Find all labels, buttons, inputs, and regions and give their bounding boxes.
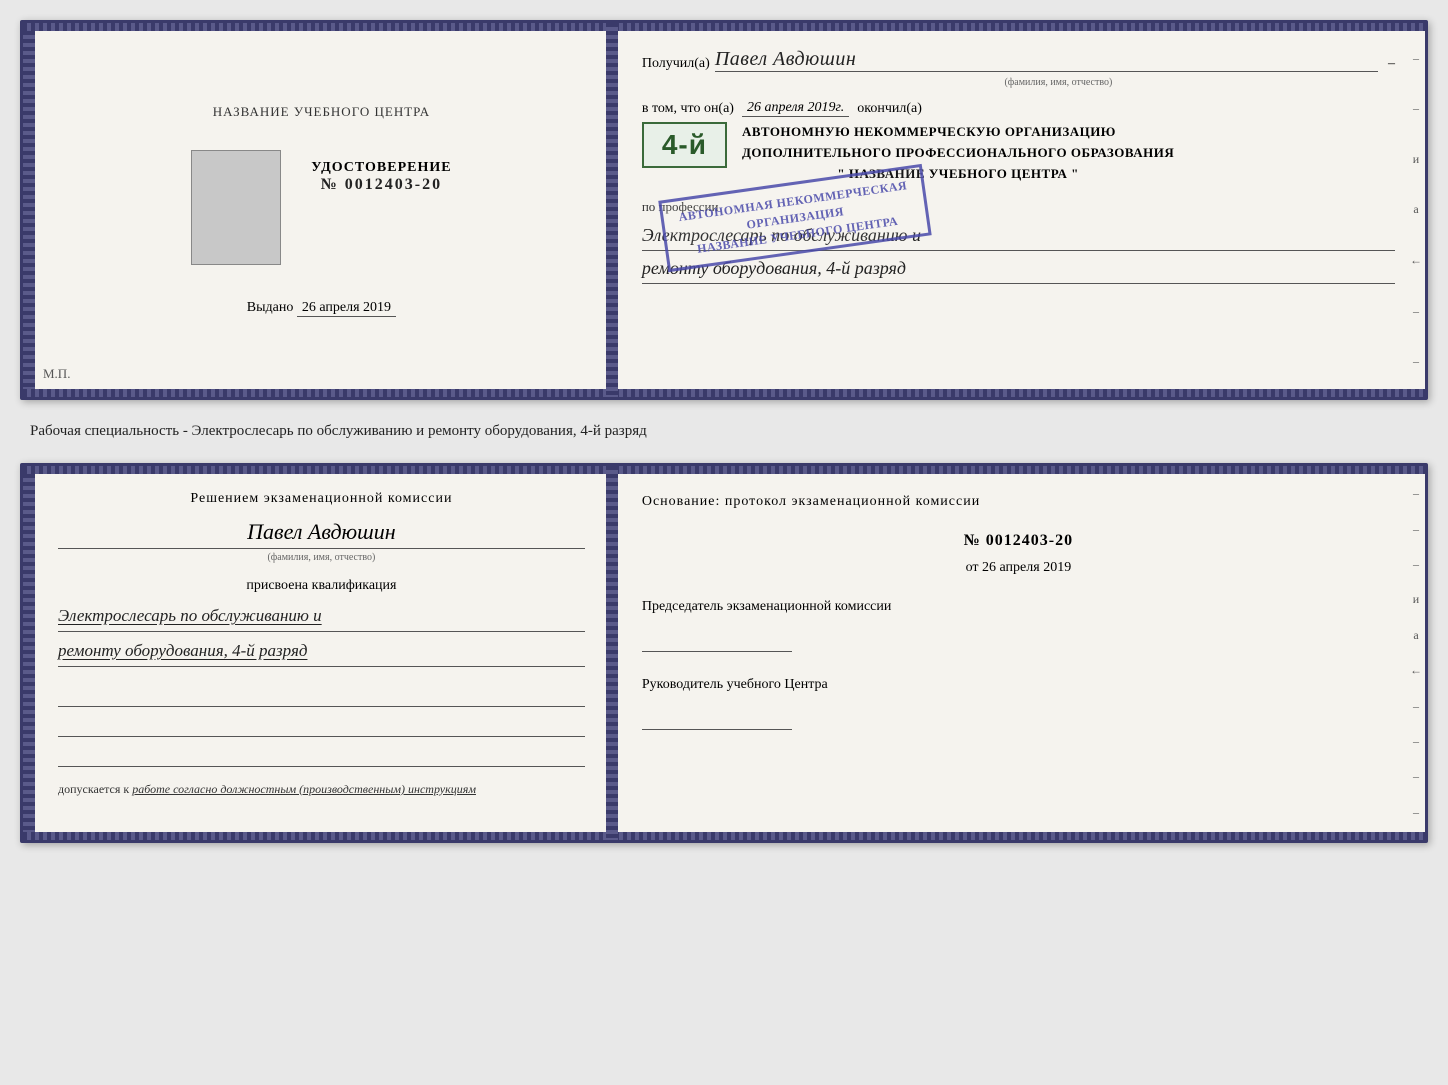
photo-cert-row: УДОСТОВЕРЕНИЕ № 0012403-20: [191, 150, 451, 275]
received-name: Павел Авдюшин: [715, 48, 1378, 72]
bottom-document: Решением экзаменационной комиссии Павел …: [20, 463, 1428, 843]
cert-text-area: УДОСТОВЕРЕНИЕ № 0012403-20: [311, 150, 451, 275]
bottom-doc-right: Основание: протокол экзаменационной коми…: [612, 466, 1425, 840]
received-line: Получил(а) Павел Авдюшин –: [642, 48, 1395, 72]
allowed-work: допускается к работе согласно должностны…: [58, 782, 585, 797]
speciality-label: Рабочая специальность - Электрослесарь п…: [20, 418, 1428, 445]
page-container: НАЗВАНИЕ УЧЕБНОГО ЦЕНТРА УДОСТОВЕРЕНИЕ №…: [20, 20, 1428, 843]
basis-title: Основание: протокол экзаменационной коми…: [642, 491, 1395, 512]
protocol-date: от 26 апреля 2019: [642, 560, 1395, 576]
blank-line-1: [58, 682, 585, 707]
blank-line-3: [58, 742, 585, 767]
cert-number: № 0012403-20: [321, 176, 442, 193]
issued-date: 26 апреля 2019: [297, 300, 396, 317]
org-info: АВТОНОМНУЮ НЕКОММЕРЧЕСКУЮ ОРГАНИЗАЦИЮ ДО…: [742, 122, 1174, 184]
chairman-section: Председатель экзаменационной комиссии: [642, 596, 1395, 659]
grade-stamp-area: 4-й АВТОНОМНУЮ НЕКОММЕРЧЕСКУЮ ОРГАНИЗАЦИ…: [642, 122, 1395, 184]
right-dashes-bottom: – – – и а ← – – – –: [1407, 466, 1425, 840]
blank-line-2: [58, 712, 585, 737]
chairman-signature: [642, 632, 792, 652]
protocol-number: № 0012403-20: [642, 532, 1395, 550]
cert-number-section: УДОСТОВЕРЕНИЕ № 0012403-20: [311, 160, 451, 194]
qualification-line2: ремонту оборудования, 4-й разряд: [58, 637, 585, 667]
commission-decision: Решением экзаменационной комиссии: [58, 491, 585, 507]
bottom-doc-left: Решением экзаменационной комиссии Павел …: [23, 466, 612, 840]
bottom-spine: [606, 466, 618, 840]
fio-hint-top: (фамилия, имя, отчество): [722, 77, 1395, 88]
fio-hint-bottom: (фамилия, имя, отчество): [58, 552, 585, 563]
issued-date-section: Выдано 26 апреля 2019: [247, 300, 396, 317]
training-center-title: НАЗВАНИЕ УЧЕБНОГО ЦЕНТРА: [213, 104, 430, 120]
director-section: Руководитель учебного Центра: [642, 674, 1395, 737]
top-document: НАЗВАНИЕ УЧЕБНОГО ЦЕНТРА УДОСТОВЕРЕНИЕ №…: [20, 20, 1428, 400]
spine-decoration: [606, 23, 618, 397]
cert-label: УДОСТОВЕРЕНИЕ: [311, 160, 451, 176]
director-signature: [642, 710, 792, 730]
grade-badge: 4-й: [642, 122, 727, 168]
completion-date: 26 апреля 2019г.: [742, 100, 849, 117]
allowed-work-value: работе согласно должностным (производств…: [132, 782, 476, 796]
photo-placeholder: [191, 150, 281, 265]
in-that-line: в том, что он(а) 26 апреля 2019г. окончи…: [642, 100, 1395, 117]
mp-label: М.П.: [43, 366, 70, 382]
assigned-qualification: присвоена квалификация: [58, 578, 585, 594]
top-doc-right: Получил(а) Павел Авдюшин – (фамилия, имя…: [612, 23, 1425, 397]
qualification-line1: Электрослесарь по обслуживанию и: [58, 602, 585, 632]
blank-lines: [58, 682, 585, 767]
top-doc-left: НАЗВАНИЕ УЧЕБНОГО ЦЕНТРА УДОСТОВЕРЕНИЕ №…: [23, 23, 612, 397]
person-name-bottom: Павел Авдюшин: [58, 519, 585, 549]
right-dashes-top: – – и а ← – –: [1407, 23, 1425, 397]
